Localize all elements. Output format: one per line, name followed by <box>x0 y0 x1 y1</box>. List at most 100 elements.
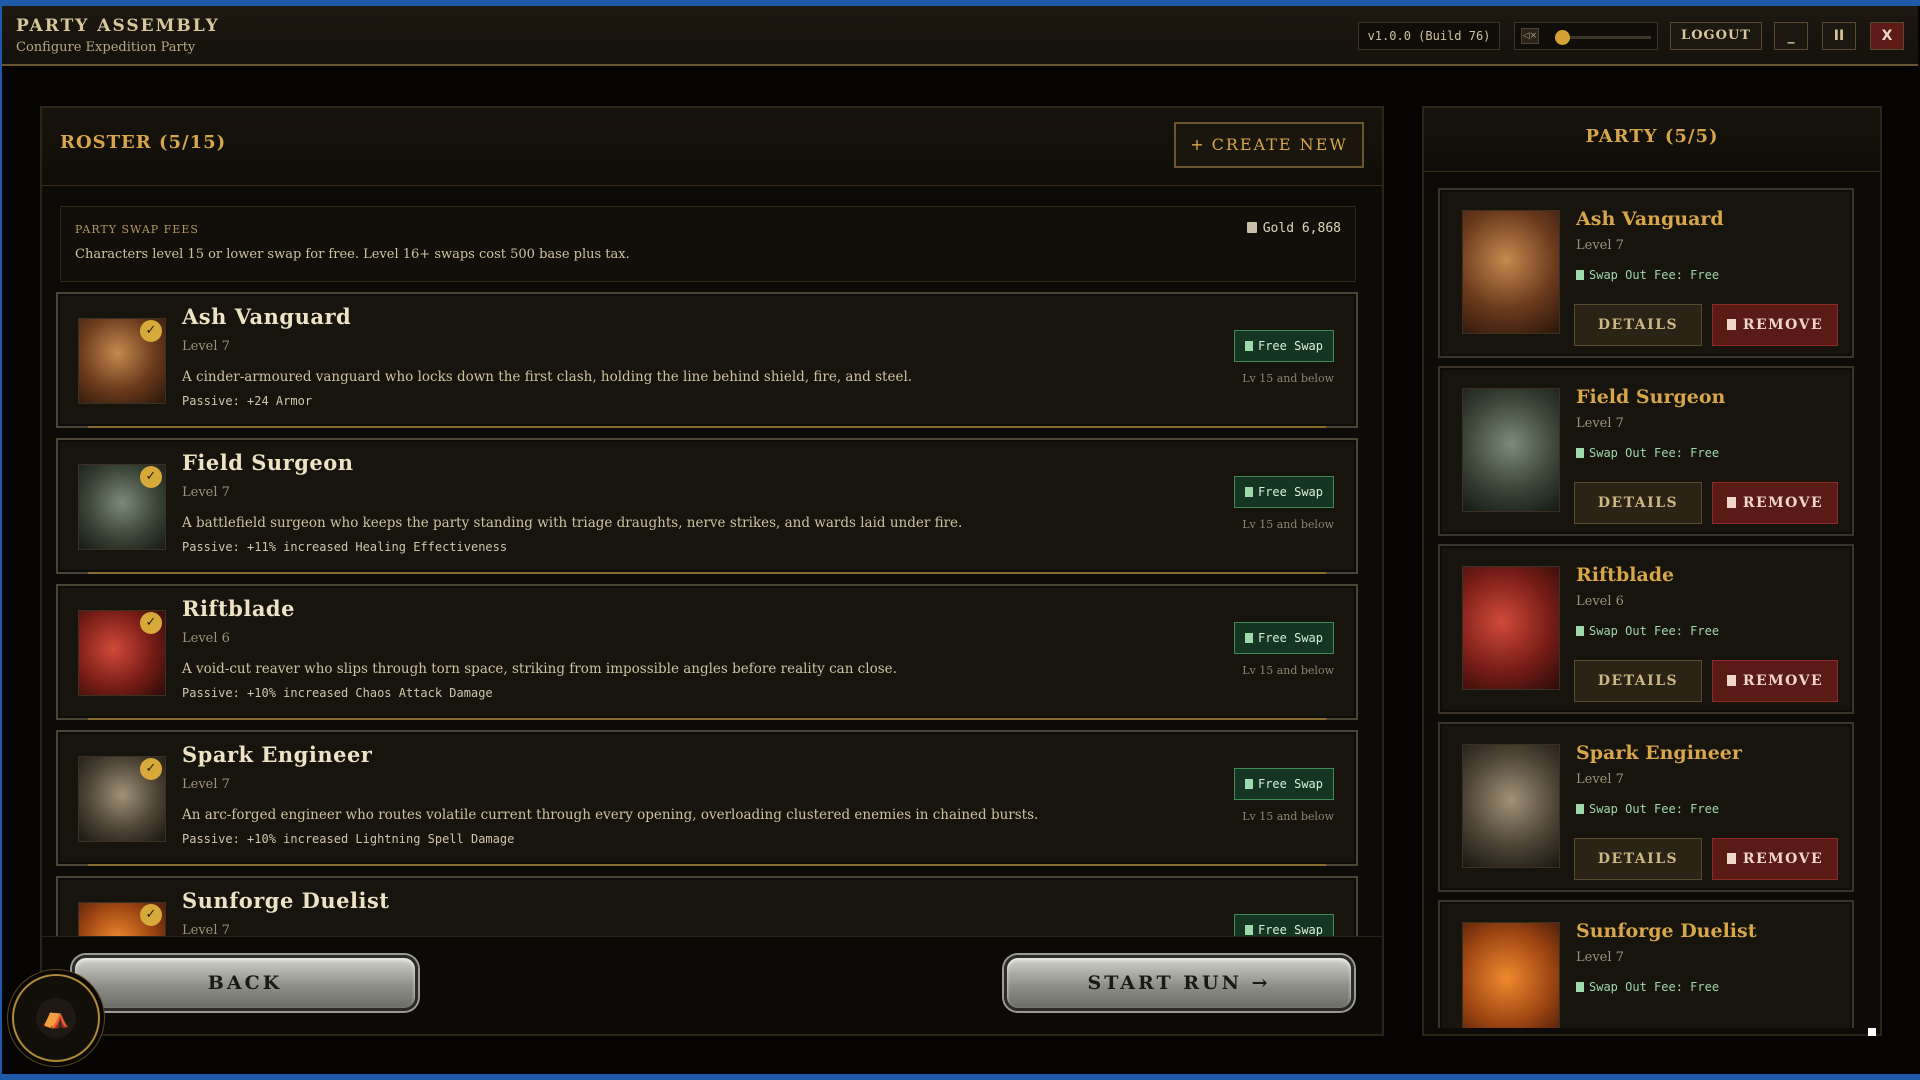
guild-emblem-button[interactable]: ⛺ <box>12 974 100 1062</box>
character-description: A cinder-armoured vanguard who locks dow… <box>182 369 913 385</box>
logout-button[interactable]: LOGOUT <box>1670 22 1762 50</box>
swap-note: Lv 15 and below <box>1242 664 1334 677</box>
minimize-button[interactable]: _ <box>1774 22 1808 50</box>
trash-icon <box>1726 319 1736 330</box>
details-button[interactable]: DETAILS <box>1574 838 1702 880</box>
character-description: An arc-forged engineer who routes volati… <box>182 807 1039 823</box>
scrollbar-thumb[interactable] <box>1868 1028 1876 1036</box>
details-button[interactable]: DETAILS <box>1574 660 1702 702</box>
roster-card[interactable]: ✓ Field Surgeon Level 7 A battlefield su… <box>56 438 1358 574</box>
trash-icon <box>1726 675 1736 686</box>
character-passive: Passive: +10% increased Chaos Attack Dam… <box>182 686 493 700</box>
roster-card[interactable]: ✓ Spark Engineer Level 7 An arc-forged e… <box>56 730 1358 866</box>
roster-card[interactable]: ✓ Riftblade Level 6 A void-cut reaver wh… <box>56 584 1358 720</box>
free-swap-badge: Free Swap <box>1234 914 1334 936</box>
remove-label: REMOVE <box>1742 673 1824 689</box>
member-name: Field Surgeon <box>1576 386 1726 408</box>
swap-icon <box>1244 341 1253 351</box>
fee-label: Swap Out Fee: Free <box>1589 980 1720 994</box>
swap-label: Free Swap <box>1257 631 1324 645</box>
free-swap-badge: Free Swap <box>1234 768 1334 800</box>
swap-fees-info: PARTY SWAP FEES Characters level 15 or l… <box>60 206 1356 282</box>
details-button[interactable]: DETAILS <box>1574 482 1702 524</box>
plus-icon: + <box>1190 135 1206 154</box>
member-level: Level 7 <box>1576 416 1624 431</box>
fee-icon <box>1576 626 1584 636</box>
swap-icon <box>1244 633 1253 643</box>
party-member-card: Spark Engineer Level 7 Swap Out Fee: Fre… <box>1438 722 1854 892</box>
app-subtitle: Configure Expedition Party <box>16 40 196 55</box>
character-level: Level 7 <box>182 777 230 792</box>
remove-label: REMOVE <box>1742 495 1824 511</box>
member-level: Level 7 <box>1576 772 1624 787</box>
app-title: PARTY ASSEMBLY <box>16 16 220 36</box>
member-swap-fee: Swap Out Fee: Free <box>1576 268 1719 282</box>
selected-check-icon: ✓ <box>140 320 162 342</box>
mute-icon[interactable]: ◁× <box>1521 28 1539 44</box>
swap-icon <box>1244 487 1253 497</box>
party-member-card: Riftblade Level 6 Swap Out Fee: Free DET… <box>1438 544 1854 714</box>
pause-button[interactable]: II <box>1822 22 1856 50</box>
character-description: A battlefield surgeon who keeps the part… <box>182 515 963 531</box>
member-level: Level 6 <box>1576 594 1624 609</box>
window-frame-bottom <box>0 1074 1920 1080</box>
character-description: A void-cut reaver who slips through torn… <box>182 661 897 677</box>
character-name: Riftblade <box>182 596 295 621</box>
fee-icon <box>1576 982 1584 992</box>
character-level: Level 7 <box>182 485 230 500</box>
party-list[interactable]: Ash Vanguard Level 7 Swap Out Fee: Free … <box>1438 188 1870 1028</box>
fee-icon <box>1576 804 1584 814</box>
character-passive: Passive: +10% increased Lightning Spell … <box>182 832 515 846</box>
top-bar: PARTY ASSEMBLY Configure Expedition Part… <box>2 6 1918 66</box>
gold-amount: Gold 6,868 <box>1262 221 1341 236</box>
remove-label: REMOVE <box>1742 317 1824 333</box>
party-member-card: Ash Vanguard Level 7 Swap Out Fee: Free … <box>1438 188 1854 358</box>
member-portrait <box>1462 388 1560 512</box>
selected-check-icon: ✓ <box>140 466 162 488</box>
party-title: PARTY (5/5) <box>1585 126 1719 147</box>
party-member-card: Field Surgeon Level 7 Swap Out Fee: Free… <box>1438 366 1854 536</box>
character-level: Level 6 <box>182 631 230 646</box>
window-frame-left <box>0 0 2 1080</box>
member-level: Level 7 <box>1576 238 1624 253</box>
member-level: Level 7 <box>1576 950 1624 965</box>
fee-label: Swap Out Fee: Free <box>1589 446 1720 460</box>
gold-icon <box>1246 222 1257 233</box>
details-button[interactable]: DETAILS <box>1574 304 1702 346</box>
back-button[interactable]: BACK <box>72 955 418 1011</box>
roster-card[interactable]: ✓ Sunforge Duelist Level 7 Free Swap <box>56 876 1358 936</box>
create-new-button[interactable]: + CREATE NEW <box>1174 122 1364 168</box>
close-button[interactable]: X <box>1870 22 1904 50</box>
character-name: Field Surgeon <box>182 450 354 475</box>
remove-button[interactable]: REMOVE <box>1712 304 1838 346</box>
member-swap-fee: Swap Out Fee: Free <box>1576 446 1719 460</box>
volume-slider-knob[interactable] <box>1555 30 1570 45</box>
free-swap-badge: Free Swap <box>1234 476 1334 508</box>
member-swap-fee: Swap Out Fee: Free <box>1576 802 1719 816</box>
member-portrait <box>1462 210 1560 334</box>
fee-label: Swap Out Fee: Free <box>1589 802 1720 816</box>
roster-card[interactable]: ✓ Ash Vanguard Level 7 A cinder-armoured… <box>56 292 1358 428</box>
remove-button[interactable]: REMOVE <box>1712 838 1838 880</box>
remove-button[interactable]: REMOVE <box>1712 660 1838 702</box>
free-swap-badge: Free Swap <box>1234 622 1334 654</box>
swap-fees-text: Characters level 15 or lower swap for fr… <box>75 247 630 262</box>
swap-label: Free Swap <box>1257 923 1324 936</box>
fee-icon <box>1576 448 1584 458</box>
party-header: PARTY (5/5) <box>1424 108 1880 172</box>
roster-list[interactable]: ✓ Ash Vanguard Level 7 A cinder-armoured… <box>56 292 1364 936</box>
roster-footer: BACK START RUN → <box>42 936 1382 1034</box>
swap-label: Free Swap <box>1257 339 1324 353</box>
free-swap-badge: Free Swap <box>1234 330 1334 362</box>
start-run-button[interactable]: START RUN → <box>1004 955 1354 1011</box>
swap-note: Lv 15 and below <box>1242 372 1334 385</box>
fee-icon <box>1576 270 1584 280</box>
member-portrait <box>1462 744 1560 868</box>
character-level: Level 7 <box>182 923 230 936</box>
roster-header: ROSTER (5/15) + CREATE NEW <box>42 108 1382 186</box>
swap-note: Lv 15 and below <box>1242 518 1334 531</box>
member-swap-fee: Swap Out Fee: Free <box>1576 980 1719 994</box>
member-name: Riftblade <box>1576 564 1675 586</box>
remove-button[interactable]: REMOVE <box>1712 482 1838 524</box>
party-member-card: Sunforge Duelist Level 7 Swap Out Fee: F… <box>1438 900 1854 1028</box>
